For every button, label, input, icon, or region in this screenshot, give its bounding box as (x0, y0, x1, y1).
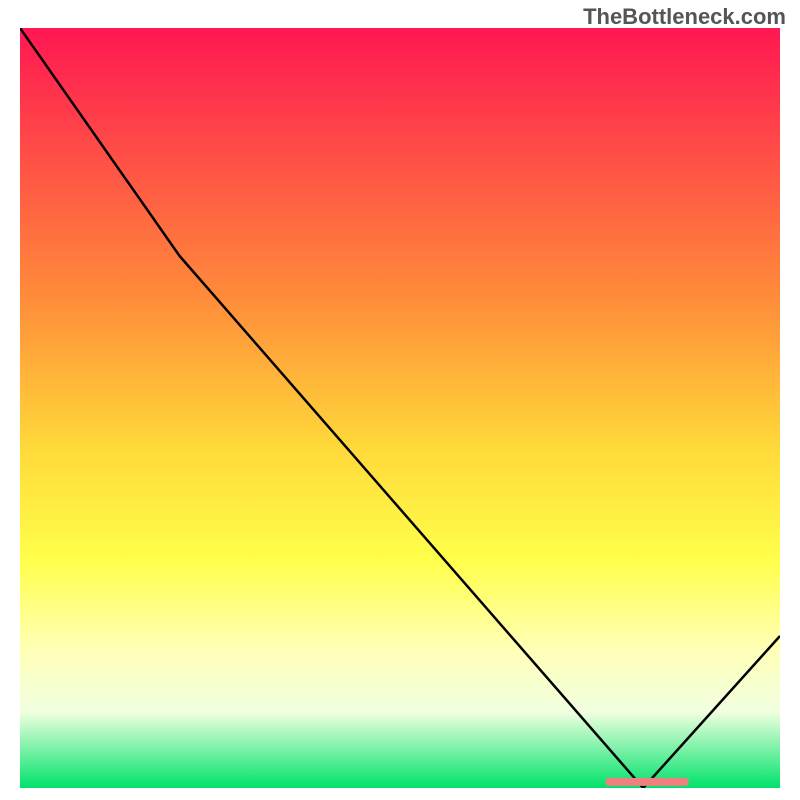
chart-background (20, 28, 780, 788)
page: TheBottleneck.com (0, 0, 800, 800)
chart-svg (20, 28, 780, 788)
highlight-bar (605, 778, 689, 786)
bottleneck-chart (20, 28, 780, 788)
watermark-text: TheBottleneck.com (583, 4, 786, 30)
